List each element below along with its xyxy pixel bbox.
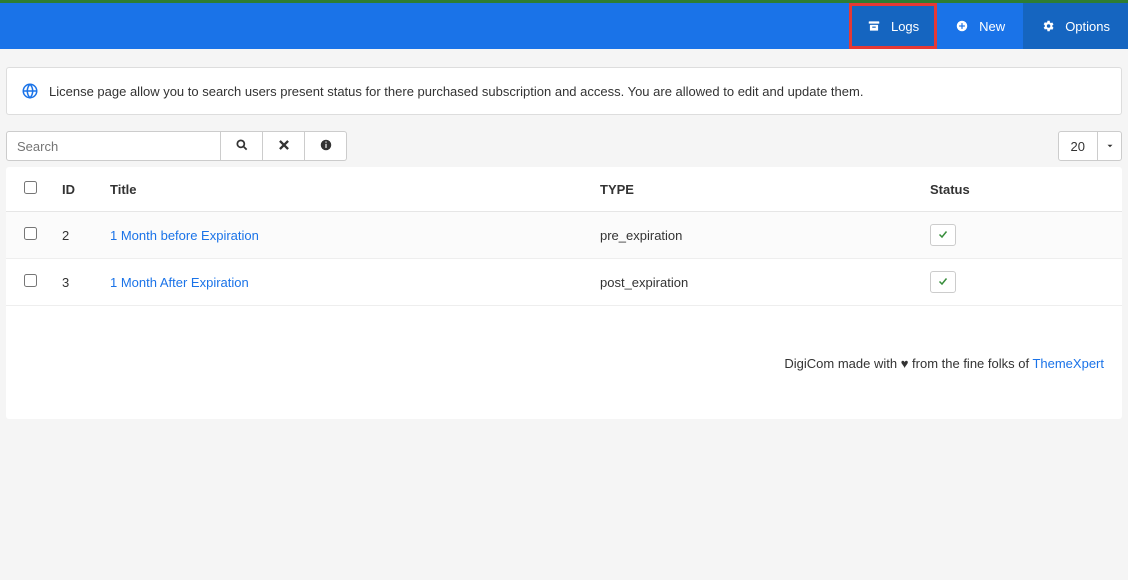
col-header-title: Title xyxy=(100,167,590,212)
select-all-checkbox[interactable] xyxy=(24,181,37,194)
footer-text: DigiCom made with ♥ from the fine folks … xyxy=(784,356,1032,371)
tab-options-label: Options xyxy=(1065,19,1110,34)
info-text: License page allow you to search users p… xyxy=(49,84,863,99)
tab-logs-label: Logs xyxy=(891,19,919,34)
status-toggle[interactable] xyxy=(930,271,956,293)
title-link[interactable]: 1 Month After Expiration xyxy=(110,275,249,290)
gear-icon xyxy=(1041,19,1055,33)
footer: DigiCom made with ♥ from the fine folks … xyxy=(6,332,1122,401)
search-input[interactable] xyxy=(6,131,221,161)
plus-circle-icon xyxy=(955,19,969,33)
col-header-status: Status xyxy=(920,167,1122,212)
col-header-type: TYPE xyxy=(590,167,920,212)
info-icon xyxy=(319,138,333,155)
globe-icon xyxy=(21,82,39,100)
search-icon xyxy=(235,138,249,155)
info-box: License page allow you to search users p… xyxy=(6,67,1122,115)
page-size-value: 20 xyxy=(1059,132,1097,160)
tab-logs[interactable]: Logs xyxy=(849,3,937,49)
archive-icon xyxy=(867,19,881,33)
title-link[interactable]: 1 Month before Expiration xyxy=(110,228,259,243)
close-icon xyxy=(277,138,291,155)
tab-new-label: New xyxy=(979,19,1005,34)
status-toggle[interactable] xyxy=(930,224,956,246)
table-row: 3 1 Month After Expiration post_expirati… xyxy=(6,259,1122,306)
clear-button[interactable] xyxy=(263,131,305,161)
info-button[interactable] xyxy=(305,131,347,161)
check-icon xyxy=(937,275,949,290)
cell-id: 3 xyxy=(52,259,100,306)
toolbar: 20 xyxy=(6,131,1122,161)
data-table: ID Title TYPE Status 2 1 Month before Ex… xyxy=(6,167,1122,306)
cell-id: 2 xyxy=(52,212,100,259)
page-size-select[interactable]: 20 xyxy=(1058,131,1122,161)
row-checkbox[interactable] xyxy=(24,274,37,287)
col-header-id: ID xyxy=(52,167,100,212)
check-icon xyxy=(937,228,949,243)
tab-new[interactable]: New xyxy=(937,3,1023,49)
search-button[interactable] xyxy=(221,131,263,161)
tab-options[interactable]: Options xyxy=(1023,3,1128,49)
caret-down-icon xyxy=(1097,132,1121,160)
search-group xyxy=(6,131,347,161)
table-row: 2 1 Month before Expiration pre_expirati… xyxy=(6,212,1122,259)
data-table-wrap: ID Title TYPE Status 2 1 Month before Ex… xyxy=(6,167,1122,419)
topbar: Logs New Options xyxy=(0,3,1128,49)
cell-type: post_expiration xyxy=(590,259,920,306)
cell-type: pre_expiration xyxy=(590,212,920,259)
footer-link[interactable]: ThemeXpert xyxy=(1032,356,1104,371)
row-checkbox[interactable] xyxy=(24,227,37,240)
